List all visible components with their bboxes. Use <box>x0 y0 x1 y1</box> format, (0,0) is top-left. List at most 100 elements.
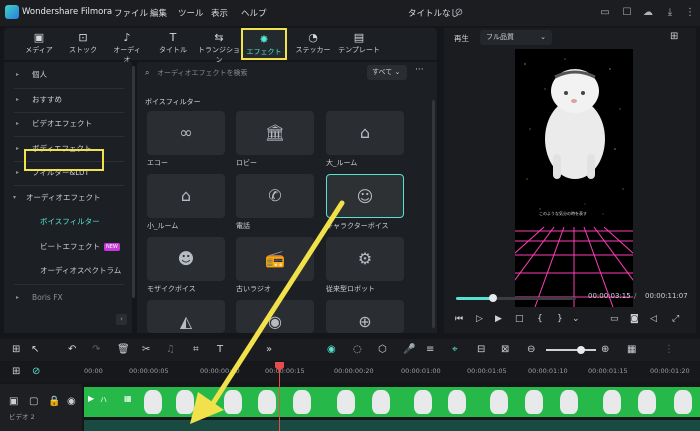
tab-stickers[interactable]: ◔ ステッカー <box>294 28 332 60</box>
effect-card-car[interactable]: ◉ <box>236 300 314 333</box>
text-icon[interactable]: T <box>217 344 223 356</box>
more-options-icon[interactable]: ··· <box>415 65 424 75</box>
effect-card-old-radio[interactable]: 📻 <box>236 237 314 281</box>
zoom-out-icon[interactable]: ⊖ <box>527 344 535 356</box>
menu-view[interactable]: 表示 <box>211 7 228 19</box>
more-icon[interactable]: ⌄ <box>572 314 580 324</box>
infinity-icon: ∞ <box>179 123 193 142</box>
play-full-icon[interactable]: ▶ <box>495 314 502 324</box>
effects-scrollbar[interactable] <box>432 100 435 328</box>
ruler-time: 00:00:01:20 <box>650 367 690 375</box>
sidebar-item-recommended[interactable]: ▸ おすすめ <box>4 90 132 110</box>
effect-card-echo[interactable]: ∞ <box>147 111 225 155</box>
speed-icon[interactable]: ◌ <box>353 344 362 356</box>
effect-card-lobby[interactable]: 🏛 <box>236 111 314 155</box>
tab-titles[interactable]: T タイトル <box>156 28 190 60</box>
scissors-icon[interactable]: ✂ <box>142 344 150 356</box>
camera-icon[interactable]: ◙ <box>630 314 639 324</box>
select-cursor-icon[interactable]: ↖ <box>31 344 39 356</box>
redo-icon[interactable]: ↷ <box>92 344 100 356</box>
download-icon[interactable]: ⤓ <box>663 6 677 20</box>
menu-file[interactable]: ファイル <box>114 7 148 19</box>
zoom-slider[interactable] <box>546 349 596 351</box>
timeline-ruler[interactable]: ⊞ ⊘ 00:00 00:00:00:05 00:00:00:10 00:00:… <box>0 362 700 382</box>
shield-icon[interactable]: ⬡ <box>378 344 387 356</box>
lock-icon[interactable]: 🔒 <box>48 396 60 408</box>
grid-icon[interactable]: ⊞ <box>12 344 20 356</box>
collapse-sidebar-icon[interactable]: ‹ <box>116 314 127 325</box>
volume-icon[interactable]: ◁ <box>650 314 657 324</box>
playhead[interactable] <box>279 362 280 431</box>
delete-icon[interactable]: 🗑 <box>117 344 130 356</box>
sidebar-item-beat-effects[interactable]: ビートエフェクト NEW <box>4 237 132 257</box>
sidebar-item-video-effects[interactable]: ▸ ビデオエフェクト <box>4 114 132 134</box>
zoom-slider-knob[interactable] <box>577 346 585 354</box>
drag-handle-icon[interactable]: ⋮ <box>664 344 674 356</box>
search-input[interactable]: ⌕ オーディオエフェクトを検索 <box>143 66 363 80</box>
tab-media[interactable]: ▣ メディア <box>22 28 56 60</box>
chevron-right-icon: ▸ <box>16 120 20 127</box>
layout-icon[interactable]: ▭ <box>598 6 612 20</box>
effect-applied-icon: ▦ <box>124 394 132 403</box>
layout-grid-icon[interactable]: ▦ <box>627 344 636 356</box>
video-clip[interactable]: ▶ ハ ▦ <box>84 387 700 417</box>
cloud-upload-icon[interactable]: ☁ <box>641 6 655 20</box>
filter-dropdown[interactable]: すべて ⌄ <box>367 65 407 80</box>
crop-icon[interactable]: ⌗ <box>193 344 199 356</box>
effect-card-large-room[interactable]: ⌂ <box>326 111 404 155</box>
fullscreen-icon[interactable]: ⤢ <box>672 314 679 324</box>
microphone-icon[interactable]: 🎤 <box>403 344 415 356</box>
effect-card-cycle[interactable]: ⊕ <box>326 300 404 333</box>
tab-audio[interactable]: ♪ オーディオ <box>110 28 144 64</box>
effect-card-mosaic-voice[interactable]: ☻ <box>147 237 225 281</box>
mark-out-icon[interactable]: } <box>557 314 563 324</box>
mark-in-icon[interactable]: { <box>537 314 543 324</box>
add-track-icon[interactable]: ⊞ <box>12 366 20 378</box>
tab-stock[interactable]: ⊡ ストック <box>66 28 100 60</box>
effect-label: 従来型ロボット <box>326 285 375 293</box>
effect-card-small-room[interactable]: ⌂ <box>147 174 225 218</box>
audio-adjust-icon[interactable]: ♫ <box>166 344 175 356</box>
audio-waveform[interactable] <box>84 420 700 431</box>
playback-progress[interactable] <box>456 294 576 302</box>
expand-more-icon[interactable]: » <box>266 344 272 356</box>
split-icon[interactable]: ⊠ <box>501 344 509 356</box>
menu-edit[interactable]: 編集 <box>150 7 167 19</box>
tab-label: タイトル <box>159 46 187 54</box>
audio-list-icon[interactable]: ≡ <box>426 344 434 356</box>
play-icon[interactable]: ▷ <box>476 314 483 324</box>
marker-icon[interactable]: ⊟ <box>477 344 485 356</box>
notification-icon[interactable]: ☐ <box>620 6 634 20</box>
folder-icon[interactable]: ▢ <box>29 396 38 408</box>
sidebar-item-voice-filter[interactable]: ボイスフィルター <box>4 212 132 232</box>
eye-icon[interactable]: ◉ <box>67 396 76 408</box>
effect-card-robot[interactable]: ⚙ <box>326 237 404 281</box>
sidebar-scrollbar[interactable] <box>132 66 135 298</box>
effect-card-phone[interactable]: ✆ <box>236 174 314 218</box>
magnet-icon[interactable]: ⌖ <box>452 344 458 356</box>
menu-help[interactable]: ヘルプ <box>241 7 267 19</box>
sidebar-item-audio-spectrum[interactable]: オーディオスペクトラム <box>4 261 132 281</box>
progress-knob[interactable] <box>489 294 498 302</box>
effect-card-character-voice[interactable]: ☺ <box>326 174 404 218</box>
effects-sidebar: ▸ 個人 ▸ おすすめ ▸ ビデオエフェクト ▸ ボディエフェクト ▸ フィルター&LUT… <box>4 62 132 333</box>
effect-card-ai[interactable]: ◭ <box>147 300 225 333</box>
stop-icon[interactable]: □ <box>515 314 524 324</box>
image-icon[interactable]: ⊞ <box>670 31 678 42</box>
render-icon[interactable]: ◉ <box>327 344 336 356</box>
sidebar-item-boris-fx[interactable]: ▸ Boris FX <box>4 288 132 308</box>
display-icon[interactable]: ▭ <box>610 314 619 324</box>
phone-icon: ✆ <box>268 186 282 205</box>
tab-effects[interactable]: ✸ エフェクト <box>241 28 287 60</box>
quality-dropdown[interactable]: フル品質 ⌄ <box>480 30 552 45</box>
more-icon[interactable]: ⋮ <box>683 6 697 20</box>
undo-icon[interactable]: ↶ <box>68 344 76 356</box>
menu-tools[interactable]: ツール <box>178 7 204 19</box>
link-icon[interactable]: ⊘ <box>32 366 40 378</box>
tab-transitions[interactable]: ⇆ トランジション <box>196 28 242 64</box>
sidebar-item-personal[interactable]: ▸ 個人 <box>4 65 132 85</box>
sidebar-item-audio-effects[interactable]: ▾ オーディオエフェクト <box>4 188 132 208</box>
previous-frame-icon[interactable]: ⏮ <box>455 314 463 324</box>
tab-templates[interactable]: ▤ テンプレート <box>338 28 380 60</box>
zoom-in-icon[interactable]: ⊕ <box>601 344 609 356</box>
